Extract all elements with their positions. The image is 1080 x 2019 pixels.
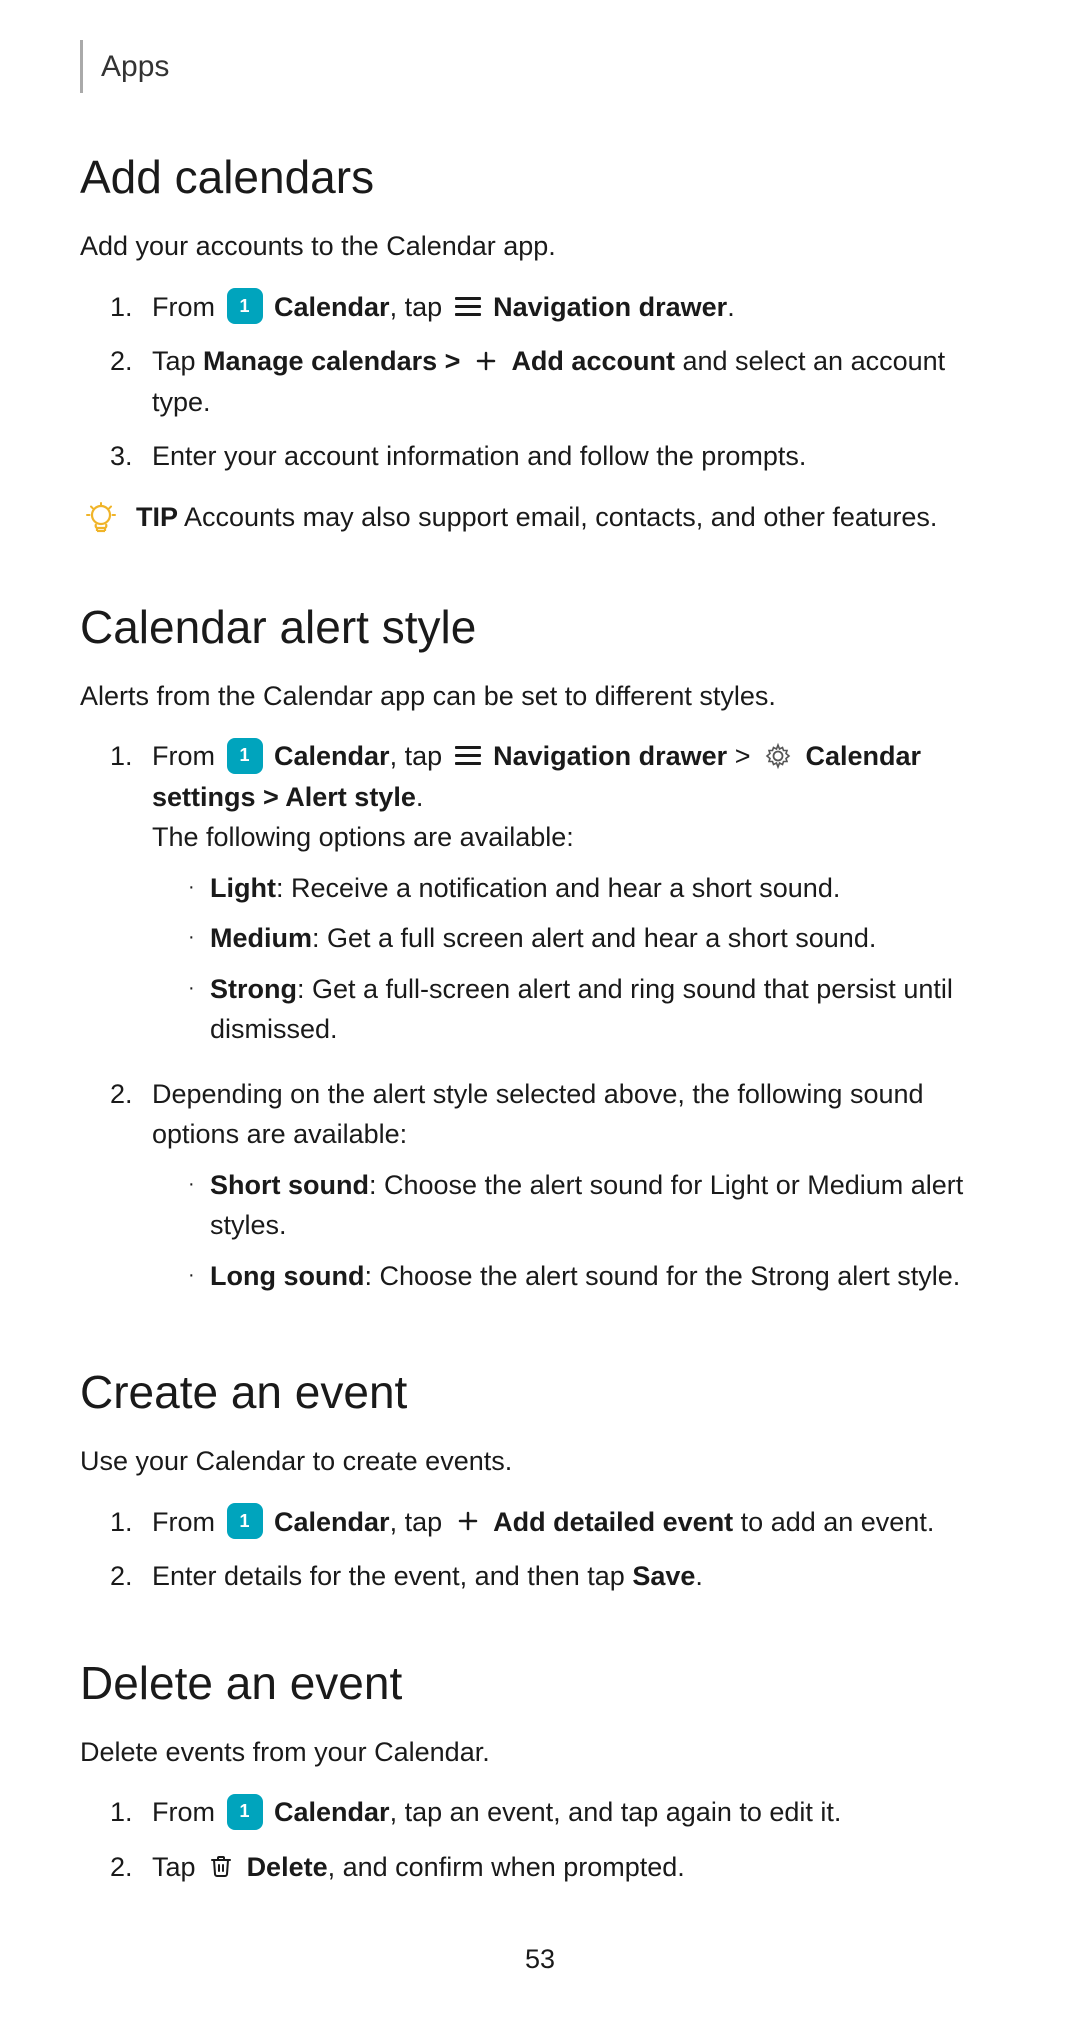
step-content: Tap Delete, and confirm when prompted.: [152, 1847, 1000, 1888]
bullet-item: · Long sound: Choose the alert sound for…: [188, 1256, 1000, 1297]
section-add-calendars: Add calendars Add your accounts to the C…: [80, 143, 1000, 541]
section-intro-add-calendars: Add your accounts to the Calendar app.: [80, 226, 1000, 267]
step-content: Enter your account information and follo…: [152, 436, 1000, 477]
section-heading-create-event: Create an event: [80, 1358, 1000, 1427]
step-content: From 1 Calendar, tap Navigation drawer >: [152, 736, 1000, 1060]
alert-style-bullets: · Light: Receive a notification and hear…: [152, 868, 1000, 1050]
step-number: 1.: [110, 1502, 152, 1543]
trash-icon: [207, 1852, 235, 1880]
list-item: 1. From 1 Calendar, tap an event, and ta…: [110, 1792, 1000, 1833]
step-number: 1.: [110, 736, 152, 777]
section-intro-delete-event: Delete events from your Calendar.: [80, 1732, 1000, 1773]
section-heading-delete-event: Delete an event: [80, 1649, 1000, 1718]
list-item: 2. Tap Manage calendars > Add account an…: [110, 341, 1000, 422]
section-intro-alert-style: Alerts from the Calendar app can be set …: [80, 676, 1000, 717]
step-content: From 1 Calendar, tap Add detailed event …: [152, 1502, 1000, 1543]
list-item: 2. Tap Delete, and confirm when prompted…: [110, 1847, 1000, 1888]
section-delete-event: Delete an event Delete events from your …: [80, 1649, 1000, 1888]
header-bar: Apps: [80, 40, 1000, 93]
step-number: 2.: [110, 1074, 152, 1115]
step-content: From 1 Calendar, tap Navigation drawer.: [152, 287, 1000, 328]
bullet-item: · Light: Receive a notification and hear…: [188, 868, 1000, 909]
list-item: 1. From 1 Calendar, tap Navigation drawe…: [110, 287, 1000, 328]
step-number: 2.: [110, 341, 152, 382]
plus-icon: [472, 347, 500, 375]
alert-style-list: 1. From 1 Calendar, tap Navigation drawe…: [80, 736, 1000, 1306]
header-divider: [80, 40, 83, 93]
add-calendars-list: 1. From 1 Calendar, tap Navigation drawe…: [80, 287, 1000, 477]
step-content: Depending on the alert style selected ab…: [152, 1074, 1000, 1307]
step-content: Enter details for the event, and then ta…: [152, 1556, 1000, 1597]
plus-icon: [454, 1507, 482, 1535]
calendar-icon: 1: [227, 1503, 263, 1539]
page-container: Apps Add calendars Add your accounts to …: [0, 0, 1080, 2019]
section-heading-add-calendars: Add calendars: [80, 143, 1000, 212]
step-number: 1.: [110, 1792, 152, 1833]
list-item: 2. Depending on the alert style selected…: [110, 1074, 1000, 1307]
list-item: 1. From 1 Calendar, tap Navigation drawe…: [110, 736, 1000, 1060]
step-number: 2.: [110, 1847, 152, 1888]
step-content: Tap Manage calendars > Add account and s…: [152, 341, 1000, 422]
calendar-icon: 1: [227, 288, 263, 324]
step-number: 3.: [110, 436, 152, 477]
step-number: 2.: [110, 1556, 152, 1597]
bullet-item: · Strong: Get a full-screen alert and ri…: [188, 969, 1000, 1050]
create-event-list: 1. From 1 Calendar, tap Add detailed eve…: [80, 1502, 1000, 1597]
bullet-item: · Medium: Get a full screen alert and he…: [188, 918, 1000, 959]
menu-icon: [454, 745, 482, 767]
gear-icon: [762, 740, 794, 772]
header-title: Apps: [101, 40, 169, 93]
step-content: From 1 Calendar, tap an event, and tap a…: [152, 1792, 1000, 1833]
tip-box: TIP Accounts may also support email, con…: [80, 497, 1000, 541]
section-create-event: Create an event Use your Calendar to cre…: [80, 1358, 1000, 1597]
delete-event-list: 1. From 1 Calendar, tap an event, and ta…: [80, 1792, 1000, 1887]
calendar-icon: 1: [227, 1794, 263, 1830]
list-item: 2. Enter details for the event, and then…: [110, 1556, 1000, 1597]
step-number: 1.: [110, 287, 152, 328]
page-footer: 53: [0, 1939, 1080, 1980]
tip-text: TIP Accounts may also support email, con…: [136, 497, 937, 538]
sound-options-bullets: · Short sound: Choose the alert sound fo…: [152, 1165, 1000, 1297]
section-intro-create-event: Use your Calendar to create events.: [80, 1441, 1000, 1482]
section-heading-alert-style: Calendar alert style: [80, 593, 1000, 662]
bullet-item: · Short sound: Choose the alert sound fo…: [188, 1165, 1000, 1246]
tip-lightbulb-icon: [80, 499, 122, 541]
menu-icon: [454, 295, 482, 317]
list-item: 1. From 1 Calendar, tap Add detailed eve…: [110, 1502, 1000, 1543]
list-item: 3. Enter your account information and fo…: [110, 436, 1000, 477]
calendar-icon: 1: [227, 738, 263, 774]
page-number: 53: [525, 1944, 555, 1974]
section-calendar-alert-style: Calendar alert style Alerts from the Cal…: [80, 593, 1000, 1307]
